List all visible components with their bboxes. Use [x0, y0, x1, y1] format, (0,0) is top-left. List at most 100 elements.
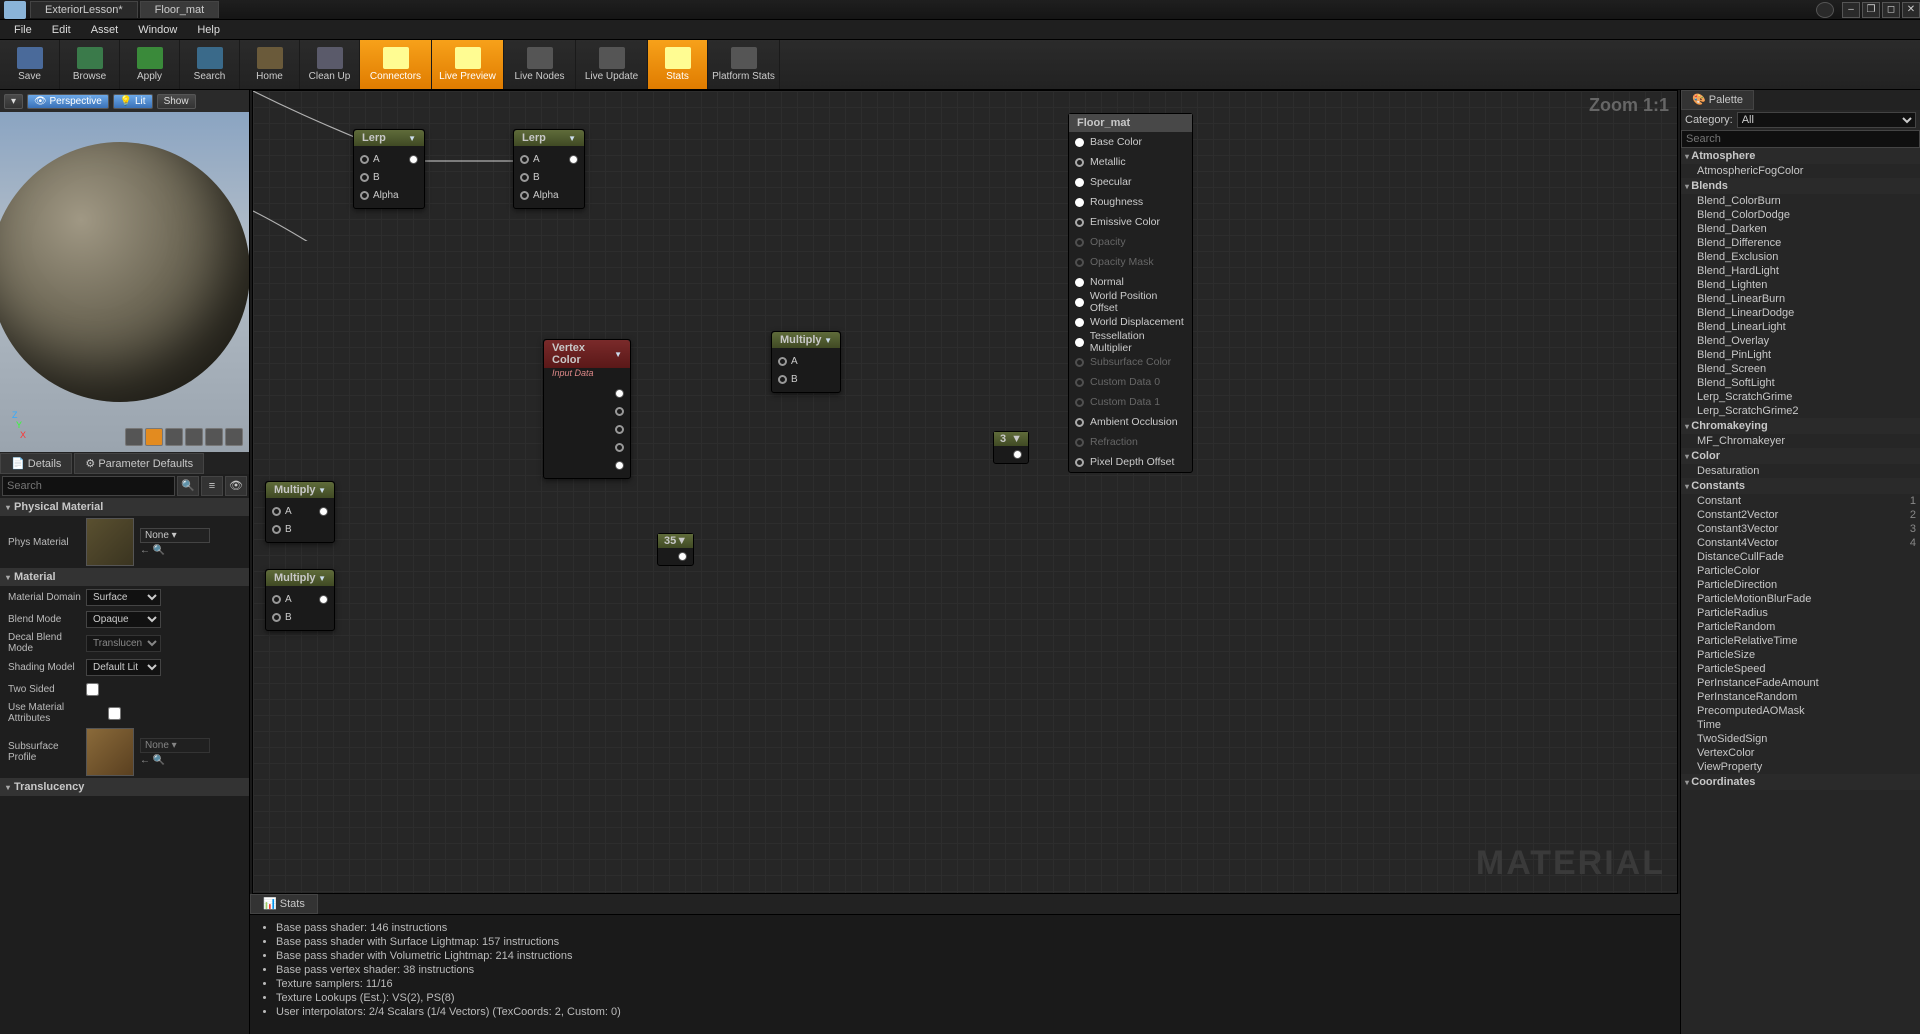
lit-button[interactable]: 💡 Lit	[113, 94, 153, 109]
palette-item[interactable]: Time	[1681, 718, 1920, 732]
asset-nav-arrows[interactable]: ← 🔍	[140, 545, 210, 556]
tab-floor-mat[interactable]: Floor_mat	[140, 1, 220, 18]
save-button[interactable]: Save	[0, 40, 60, 89]
palette-search-input[interactable]	[1681, 130, 1920, 148]
palette-item[interactable]: Blend_PinLight	[1681, 348, 1920, 362]
search-button[interactable]: Search	[180, 40, 240, 89]
stats-button[interactable]: Stats	[648, 40, 708, 89]
palette-item[interactable]: ParticleMotionBlurFade	[1681, 592, 1920, 606]
shape-mesh-button[interactable]	[205, 428, 223, 446]
node-lerp-1[interactable]: Lerp▼ A B Alpha	[353, 129, 425, 209]
palette-item[interactable]: Blend_Darken	[1681, 222, 1920, 236]
maximize-button[interactable]: ◻	[1882, 2, 1900, 18]
palette-item[interactable]: TwoSidedSign	[1681, 732, 1920, 746]
menu-window[interactable]: Window	[128, 22, 187, 38]
palette-item[interactable]: Constant4Vector4	[1681, 536, 1920, 550]
tab-exterior[interactable]: ExteriorLesson*	[30, 1, 138, 18]
palette-group-header[interactable]: Chromakeying	[1681, 418, 1920, 434]
palette-item[interactable]: Blend_LinearDodge	[1681, 306, 1920, 320]
platform-stats-button[interactable]: Platform Stats	[708, 40, 780, 89]
palette-item[interactable]: ParticleRadius	[1681, 606, 1920, 620]
decal-blend-select[interactable]: Translucent	[86, 635, 161, 652]
shape-plane-button[interactable]	[165, 428, 183, 446]
view-options-icon[interactable]: ≡	[201, 476, 223, 496]
shape-teapot-button[interactable]	[225, 428, 243, 446]
section-physical-material[interactable]: Physical Material	[0, 498, 249, 516]
details-tab[interactable]: 📄 Details	[0, 453, 72, 474]
palette-item[interactable]: Blend_ColorBurn	[1681, 194, 1920, 208]
palette-item[interactable]: Constant3Vector3	[1681, 522, 1920, 536]
palette-item[interactable]: Blend_SoftLight	[1681, 376, 1920, 390]
node-constant-35[interactable]: 35▼	[657, 533, 694, 566]
palette-item[interactable]: Lerp_ScratchGrime2	[1681, 404, 1920, 418]
viewport-options-button[interactable]: ▾	[4, 94, 23, 109]
use-material-attr-checkbox[interactable]	[108, 707, 121, 720]
shape-cylinder-button[interactable]	[125, 428, 143, 446]
shape-sphere-button[interactable]	[145, 428, 163, 446]
node-lerp-2[interactable]: Lerp▼ A B Alpha	[513, 129, 585, 209]
palette-item[interactable]: ParticleColor	[1681, 564, 1920, 578]
menu-help[interactable]: Help	[187, 22, 230, 38]
menu-edit[interactable]: Edit	[42, 22, 81, 38]
search-icon[interactable]: 🔍	[177, 476, 199, 496]
palette-item[interactable]: PerInstanceFadeAmount	[1681, 676, 1920, 690]
cleanup-button[interactable]: Clean Up	[300, 40, 360, 89]
two-sided-checkbox[interactable]	[86, 683, 99, 696]
palette-item[interactable]: Blend_LinearLight	[1681, 320, 1920, 334]
palette-item[interactable]: Constant2Vector2	[1681, 508, 1920, 522]
palette-group-header[interactable]: Blends	[1681, 178, 1920, 194]
palette-item[interactable]: Blend_Screen	[1681, 362, 1920, 376]
palette-item[interactable]: PerInstanceRandom	[1681, 690, 1920, 704]
details-search-input[interactable]	[2, 476, 175, 496]
palette-item[interactable]: Lerp_ScratchGrime	[1681, 390, 1920, 404]
home-button[interactable]: Home	[240, 40, 300, 89]
palette-item[interactable]: VertexColor	[1681, 746, 1920, 760]
node-material-result[interactable]: Floor_mat Base Color Metallic Specular R…	[1068, 113, 1193, 473]
live-nodes-button[interactable]: Live Nodes	[504, 40, 576, 89]
palette-item[interactable]: Blend_ColorDodge	[1681, 208, 1920, 222]
palette-tab[interactable]: 🎨 Palette	[1681, 90, 1754, 110]
parameter-defaults-tab[interactable]: ⚙ Parameter Defaults	[74, 453, 204, 474]
palette-item[interactable]: PrecomputedAOMask	[1681, 704, 1920, 718]
palette-item[interactable]: Blend_Exclusion	[1681, 250, 1920, 264]
restore-button[interactable]: ❐	[1862, 2, 1880, 18]
show-button[interactable]: Show	[157, 94, 196, 109]
material-domain-select[interactable]: Surface	[86, 589, 161, 606]
palette-category-select[interactable]: All	[1737, 112, 1916, 128]
subsurface-dropdown[interactable]: None ▾	[140, 738, 210, 753]
subsurface-thumb[interactable]	[86, 728, 134, 776]
palette-item[interactable]: Constant1	[1681, 494, 1920, 508]
palette-item[interactable]: Blend_HardLight	[1681, 264, 1920, 278]
palette-item[interactable]: ParticleSize	[1681, 648, 1920, 662]
palette-item[interactable]: Blend_Difference	[1681, 236, 1920, 250]
blend-mode-select[interactable]: Opaque	[86, 611, 161, 628]
node-multiply-2[interactable]: Multiply▼ A B	[265, 569, 335, 631]
section-translucency[interactable]: Translucency	[0, 778, 249, 796]
material-preview-viewport[interactable]: Z Y X	[0, 112, 249, 452]
live-update-button[interactable]: Live Update	[576, 40, 648, 89]
node-multiply-3[interactable]: Multiply▼ A B	[771, 331, 841, 393]
palette-item[interactable]: ParticleDirection	[1681, 578, 1920, 592]
section-material[interactable]: Material	[0, 568, 249, 586]
live-preview-button[interactable]: Live Preview	[432, 40, 504, 89]
palette-item[interactable]: Blend_Lighten	[1681, 278, 1920, 292]
palette-item[interactable]: AtmosphericFogColor	[1681, 164, 1920, 178]
palette-item[interactable]: ParticleRelativeTime	[1681, 634, 1920, 648]
menu-file[interactable]: File	[4, 22, 42, 38]
shape-cube-button[interactable]	[185, 428, 203, 446]
menu-asset[interactable]: Asset	[81, 22, 129, 38]
node-constant-3[interactable]: 3▼	[993, 431, 1029, 464]
connectors-button[interactable]: Connectors	[360, 40, 432, 89]
palette-item[interactable]: Blend_LinearBurn	[1681, 292, 1920, 306]
palette-group-header[interactable]: Coordinates	[1681, 774, 1920, 790]
palette-item[interactable]: ViewProperty	[1681, 760, 1920, 774]
source-control-icon[interactable]	[1816, 2, 1834, 18]
palette-item[interactable]: Desaturation	[1681, 464, 1920, 478]
stats-tab[interactable]: 📊 Stats	[250, 894, 318, 914]
palette-group-header[interactable]: Constants	[1681, 478, 1920, 494]
palette-item[interactable]: Blend_Overlay	[1681, 334, 1920, 348]
palette-item[interactable]: ParticleSpeed	[1681, 662, 1920, 676]
browse-button[interactable]: Browse	[60, 40, 120, 89]
node-vertex-color[interactable]: Vertex Color▼ Input Data	[543, 339, 631, 479]
apply-button[interactable]: Apply	[120, 40, 180, 89]
